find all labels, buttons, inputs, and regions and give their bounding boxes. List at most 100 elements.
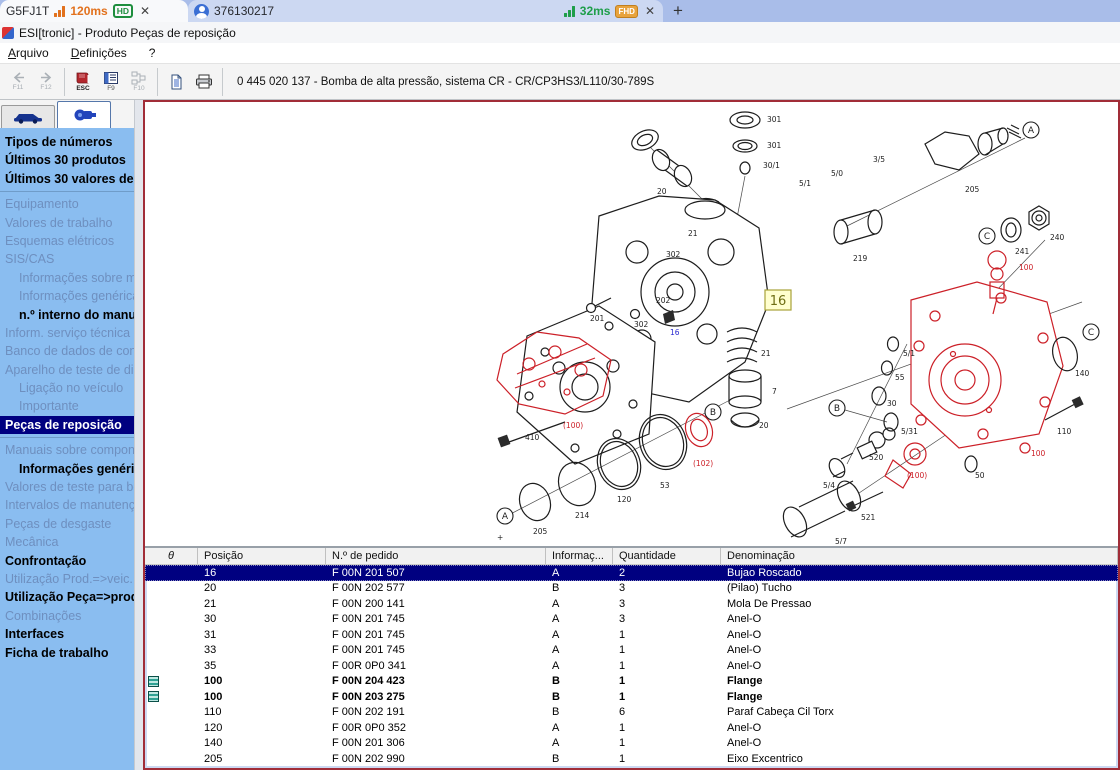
flag-cell xyxy=(145,751,198,767)
document-button[interactable] xyxy=(162,66,190,98)
table-row[interactable]: 205F 00N 202 990B1Eixo Excentrico xyxy=(145,751,1118,767)
table-cell: 21 xyxy=(198,596,326,612)
table-cell: F 00N 203 275 xyxy=(326,689,546,705)
flag-cell xyxy=(145,581,198,597)
table-cell: B xyxy=(546,581,613,597)
column-header-informacao[interactable]: Informaç... xyxy=(546,548,613,564)
table-row[interactable]: 21F 00N 200 141A3Mola De Pressao xyxy=(145,596,1118,612)
table-cell: A xyxy=(546,612,613,628)
svg-text:16: 16 xyxy=(770,294,787,309)
part-callout: 521 xyxy=(861,513,876,522)
table-cell: F 00N 202 990 xyxy=(326,751,546,767)
car-icon xyxy=(13,110,43,124)
close-icon[interactable]: ✕ xyxy=(643,4,657,18)
tab1-title: G5FJ1T xyxy=(6,4,49,18)
table-row[interactable]: 16F 00N 201 507A2Bujao Roscado xyxy=(145,565,1118,581)
flag-cell xyxy=(145,705,198,721)
part-callout: 3/5 xyxy=(873,155,885,164)
table-row[interactable]: 100F 00N 204 423B1Flange xyxy=(145,674,1118,690)
table-cell: 30 xyxy=(198,612,326,628)
print-button[interactable] xyxy=(190,66,218,98)
menu-arquivo[interactable]: Arquivo xyxy=(8,46,49,60)
part-callout: 53 xyxy=(660,481,670,490)
sidebar-separator xyxy=(0,437,134,438)
menu-definicoes[interactable]: Definições xyxy=(71,46,127,60)
sidebar-item[interactable]: Últimos 30 valores de tes... xyxy=(0,170,134,188)
sidebar-item[interactable]: n.º interno do manual xyxy=(0,306,134,324)
table-cell: F 00N 201 306 xyxy=(326,736,546,752)
part-callout: 205 xyxy=(533,527,548,536)
sidebar-item[interactable]: Informações genéricas xyxy=(0,460,134,478)
column-header-posicao[interactable]: Posição xyxy=(198,548,326,564)
table-cell: A xyxy=(546,627,613,643)
sidebar-item: Mecânica xyxy=(0,533,134,551)
highlighted-position-label[interactable]: 16 xyxy=(765,290,791,310)
table-row[interactable]: 110F 00N 202 191B6Paraf Cabeça Cil Torx xyxy=(145,705,1118,721)
part-callout: 205 xyxy=(965,185,980,194)
table-row[interactable]: 100F 00N 203 275B1Flange xyxy=(145,689,1118,705)
column-header-denominacao[interactable]: Denominação xyxy=(721,548,1118,564)
table-cell: 33 xyxy=(198,643,326,659)
diagram-pane[interactable]: 30130130/120213022025/15/03/520521924024… xyxy=(145,102,1118,546)
sidebar: Tipos de númerosÚltimos 30 produtosÚltim… xyxy=(0,100,134,770)
table-cell: F 00N 201 745 xyxy=(326,643,546,659)
sidebar-item[interactable]: Últimos 30 produtos xyxy=(0,151,134,169)
esc-button[interactable]: ESC xyxy=(69,66,97,98)
close-icon[interactable]: ✕ xyxy=(138,4,152,18)
sidebar-item[interactable]: Interfaces xyxy=(0,625,134,643)
column-header-flag[interactable]: θ xyxy=(145,548,198,564)
column-header-quantidade[interactable]: Quantidade xyxy=(613,548,721,564)
column-header-pedido[interactable]: N.º de pedido xyxy=(326,548,546,564)
sidebar-item[interactable]: Confrontação xyxy=(0,552,134,570)
sidebar-item[interactable]: Ficha de trabalho xyxy=(0,644,134,662)
browser-tab-1[interactable]: G5FJ1T 120ms HD ✕ xyxy=(0,0,188,22)
sidebar-item: SIS/CAS xyxy=(0,250,134,268)
part-callout: 240 xyxy=(1050,233,1065,242)
part-callout: 5/1 xyxy=(903,349,915,358)
table-cell: Anel-O xyxy=(721,643,1118,659)
table-cell: 6 xyxy=(613,705,721,721)
part-callout: 100 xyxy=(1019,263,1034,272)
part-callout: 5/1 xyxy=(799,179,811,188)
sidebar-item: Combinações xyxy=(0,607,134,625)
svg-text:B: B xyxy=(834,404,840,414)
table-cell: 35 xyxy=(198,658,326,674)
table-cell: 2 xyxy=(613,565,721,581)
table-cell: F 00N 201 507 xyxy=(326,565,546,581)
sidebar-splitter[interactable] xyxy=(134,100,143,770)
table-row[interactable]: 120F 00R 0P0 352A1Anel-O xyxy=(145,720,1118,736)
table-cell: 3 xyxy=(613,612,721,628)
vehicle-tab[interactable] xyxy=(1,105,55,128)
table-row[interactable]: 20F 00N 202 577B3(Pilao) Tucho xyxy=(145,581,1118,597)
table-cell: 100 xyxy=(198,689,326,705)
part-callout: 30 xyxy=(887,399,897,408)
table-cell: Anel-O xyxy=(721,658,1118,674)
sidebar-item[interactable]: Utilização Peça=>prod. xyxy=(0,588,134,606)
table-row[interactable]: 35F 00R 0P0 341A1Anel-O xyxy=(145,658,1118,674)
table-cell: Anel-O xyxy=(721,612,1118,628)
window-list-icon xyxy=(103,71,119,85)
sidebar-item: Aparelho de teste de dia... xyxy=(0,361,134,379)
sidebar-item[interactable]: Tipos de números xyxy=(0,133,134,151)
table-cell: A xyxy=(546,720,613,736)
svg-text:A: A xyxy=(502,512,509,522)
new-tab-button[interactable]: + xyxy=(663,0,693,22)
part-callout: (102) xyxy=(693,459,713,468)
tab2-title: 376130217 xyxy=(214,4,274,18)
table-row[interactable]: 30F 00N 201 745A3Anel-O xyxy=(145,612,1118,628)
f9-button[interactable]: F9 xyxy=(97,66,125,98)
fhd-badge: FHD xyxy=(615,5,637,18)
svg-text:B: B xyxy=(710,408,716,418)
component-tab[interactable] xyxy=(57,101,111,128)
browser-tab-2[interactable]: 376130217 32ms FHD ✕ xyxy=(188,0,663,22)
sidebar-item[interactable]: Peças de reposição xyxy=(0,416,134,434)
table-row[interactable]: 140F 00N 201 306A1Anel-O xyxy=(145,736,1118,752)
table-row[interactable]: 31F 00N 201 745A1Anel-O xyxy=(145,627,1118,643)
table-cell: Anel-O xyxy=(721,627,1118,643)
latency-bars-icon xyxy=(54,6,65,17)
sidebar-item: Manuais sobre compone... xyxy=(0,441,134,459)
sidebar-item: Banco de dados de conh... xyxy=(0,342,134,360)
table-cell: 31 xyxy=(198,627,326,643)
table-row[interactable]: 33F 00N 201 745A1Anel-O xyxy=(145,643,1118,659)
menu-help[interactable]: ? xyxy=(149,46,156,60)
